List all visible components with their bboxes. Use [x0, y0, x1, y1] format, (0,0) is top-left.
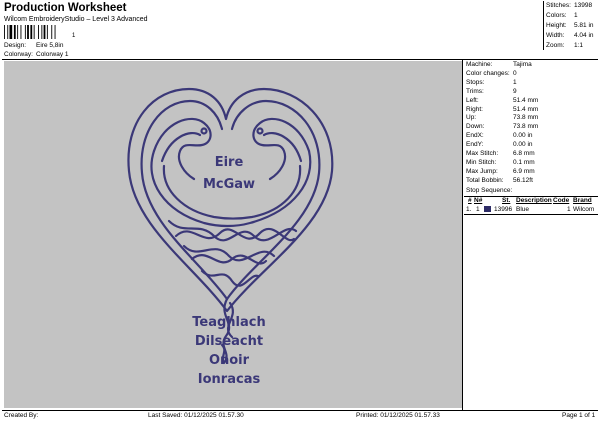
- summary-label: Colors:: [546, 12, 567, 19]
- summary-value: 4.04 in: [574, 32, 594, 39]
- detail-value: 0: [513, 69, 517, 77]
- barcode-bar: [43, 25, 46, 39]
- design-text-line3: Teaghlach: [192, 315, 266, 330]
- summary-row: Zoom: 1:1: [546, 42, 598, 52]
- barcode-bar: [7, 25, 9, 39]
- stop-sequence-title: Stop Sequence:: [466, 187, 513, 194]
- summary-box: Stitches: 13998 Colors: 1 Height: 5.81 i…: [546, 2, 598, 52]
- design-text-line5: Onoir: [208, 353, 250, 368]
- detail-label: Max Stitch:: [466, 150, 499, 157]
- col-stitches: St.: [502, 197, 511, 204]
- detail-label: Max Jump:: [466, 167, 498, 175]
- detail-label: Trims:: [466, 87, 484, 95]
- barcode-bar: [13, 25, 16, 39]
- detail-value: 56.12ft: [513, 176, 533, 184]
- design-canvas: Eire McGaw Teaghlach Dilseacht Onoir Ion…: [4, 61, 462, 408]
- summary-value: 1:1: [574, 42, 584, 49]
- detail-label: Right:: [466, 105, 483, 113]
- summary-row: Stitches: 13998: [546, 2, 598, 12]
- summary-label: Width:: [546, 32, 565, 39]
- row-code: 1: [567, 206, 571, 213]
- detail-value: 0.1 mm: [513, 158, 535, 166]
- col-code: Code: [553, 197, 570, 204]
- barcode-bar: [24, 25, 26, 39]
- detail-label: EndX:: [466, 132, 484, 140]
- header-divider: [2, 59, 598, 60]
- design-text-line6: Ionracas: [197, 372, 261, 387]
- row-needle: 1: [476, 206, 480, 213]
- col-needle: N#: [474, 197, 483, 204]
- barcode-bar: [17, 25, 19, 39]
- barcode-bar: [33, 25, 35, 39]
- row-number: 1.: [466, 206, 472, 213]
- summary-value: 1: [574, 12, 578, 19]
- color-swatch: [484, 206, 491, 212]
- detail-label: EndY:: [466, 141, 484, 149]
- colorway-value: Colorway 1: [36, 51, 69, 58]
- design-value: Eire 5,8in: [36, 42, 64, 49]
- barcode-bar: [30, 25, 33, 39]
- design-text-line4: Dilseacht: [194, 334, 264, 349]
- row-description: Blue: [516, 206, 530, 213]
- barcode-bar: [27, 25, 29, 39]
- barcode-bar: [4, 25, 5, 39]
- detail-value: 51.4 mm: [513, 96, 539, 104]
- barcode-bar: [46, 25, 48, 39]
- barcode-bar: [54, 25, 56, 39]
- colorway-label: Colorway:: [4, 51, 33, 58]
- summary-row: Width: 4.04 in: [546, 32, 598, 42]
- summary-value: 13998: [574, 2, 593, 9]
- software-subtitle: Wilcom EmbroideryStudio – Level 3 Advanc…: [4, 16, 148, 23]
- summary-row: Colors: 1: [546, 12, 598, 22]
- design-text-line1: Eire: [214, 155, 244, 170]
- summary-box-border: [543, 1, 544, 50]
- col-brand: Brand: [573, 197, 592, 204]
- col-description: Description: [516, 197, 552, 204]
- barcode-bar: [41, 25, 43, 39]
- detail-label: Down:: [466, 123, 485, 131]
- stop-sequence-end-rule: [464, 214, 598, 215]
- footer-divider: [2, 410, 598, 411]
- summary-value: 5.81 in: [574, 22, 594, 29]
- detail-value: Tajima: [513, 61, 532, 68]
- row-stitches: 13996: [494, 206, 513, 213]
- barcode-bar: [9, 25, 13, 39]
- detail-value: 6.8 mm: [513, 150, 535, 157]
- printed-date: Printed: 01/12/2025 01.57.33: [356, 412, 440, 419]
- detail-value: 0.00 in: [513, 141, 533, 149]
- last-saved: Last Saved: 01/12/2025 01.57.30: [148, 412, 244, 419]
- barcode-number: 1: [72, 33, 76, 39]
- detail-label: Total Bobbin:: [466, 176, 504, 184]
- panel-divider: [462, 59, 463, 410]
- detail-value: 73.8 mm: [513, 114, 539, 122]
- summary-row: Height: 5.81 in: [546, 22, 598, 32]
- barcode-bar: [51, 25, 53, 39]
- page-number: Page 1 of 1: [562, 412, 596, 419]
- summary-label: Zoom:: [546, 42, 565, 49]
- page-title: Production Worksheet: [4, 2, 127, 14]
- barcode-bar: [38, 25, 39, 39]
- summary-label: Stitches:: [546, 2, 571, 9]
- detail-label: Up:: [466, 114, 477, 122]
- row-brand: Wilcom: [573, 206, 595, 213]
- detail-value: 73.8 mm: [513, 123, 539, 131]
- detail-label: Color changes:: [466, 69, 510, 77]
- detail-value: 0.00 in: [513, 132, 533, 140]
- detail-label: Stops:: [466, 78, 485, 86]
- barcode-bar: [20, 25, 22, 39]
- design-label: Design:: [4, 42, 27, 49]
- detail-value: 1: [513, 78, 517, 86]
- detail-value: 9: [513, 87, 517, 95]
- design-text-line2: McGaw: [202, 177, 256, 192]
- detail-label: Machine:: [466, 61, 493, 68]
- detail-value: 51.4 mm: [513, 105, 539, 113]
- col-number: #: [468, 197, 472, 204]
- summary-label: Height:: [546, 22, 567, 29]
- detail-label: Min Stitch:: [466, 158, 497, 166]
- barcode: [4, 25, 56, 39]
- created-by: Created By:: [4, 412, 39, 419]
- detail-value: 6.9 mm: [513, 167, 535, 175]
- detail-label: Left:: [466, 96, 479, 104]
